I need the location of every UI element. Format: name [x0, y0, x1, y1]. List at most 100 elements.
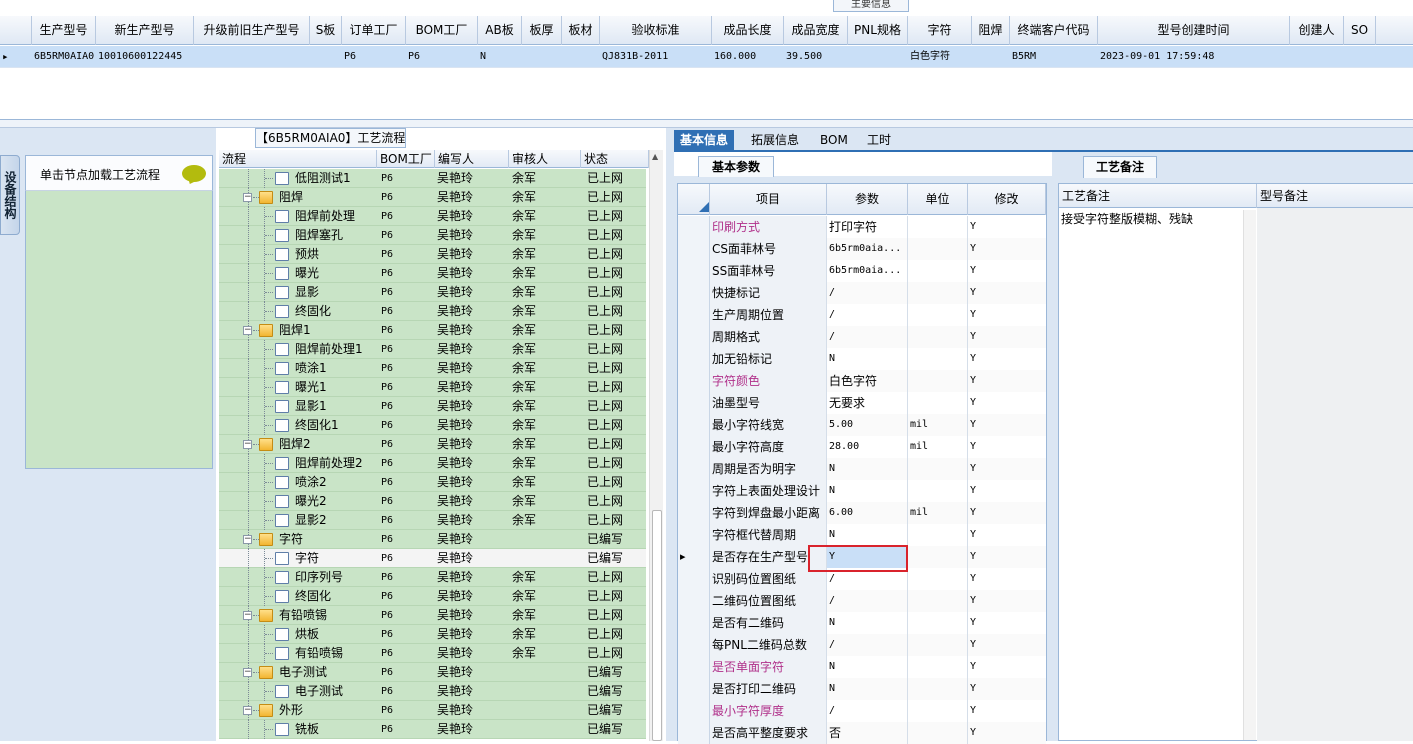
column-header[interactable]: 板材 [562, 16, 600, 45]
param-row[interactable]: 是否单面字符 N Y [678, 656, 1046, 678]
row-selector[interactable] [678, 348, 710, 370]
param-column-header[interactable]: 单位 [908, 184, 968, 215]
param-row[interactable]: 最小字符高度 28.00 mil Y [678, 436, 1046, 458]
param-row[interactable]: 是否打印二维码 N Y [678, 678, 1046, 700]
tree-row[interactable]: 终固化1 P6 吴艳玲 余军 已上网 [219, 416, 646, 435]
tab-work-hours[interactable]: 工时 [861, 130, 897, 151]
column-header[interactable]: 订单工厂 [342, 16, 406, 45]
row-selector[interactable] [678, 304, 710, 326]
tab-basic-info[interactable]: 基本信息 [674, 130, 735, 151]
column-header[interactable]: SO [1344, 16, 1376, 45]
param-value[interactable]: N [827, 612, 908, 634]
table-cell[interactable] [312, 46, 342, 68]
tab-extended-info[interactable]: 拓展信息 [745, 130, 805, 151]
param-row[interactable]: 油墨型号 无要求 Y [678, 392, 1046, 414]
param-value[interactable]: N [827, 524, 908, 546]
tree-column-header[interactable]: 流程 [219, 150, 377, 168]
tab-bom[interactable]: BOM [814, 130, 854, 151]
param-row[interactable]: 最小字符线宽 5.00 mil Y [678, 414, 1046, 436]
column-header[interactable]: AB板 [478, 16, 522, 45]
tree-row[interactable]: 曝光1 P6 吴艳玲 余军 已上网 [219, 378, 646, 397]
row-selector[interactable] [678, 480, 710, 502]
tree-row[interactable]: − 阻焊1 P6 吴艳玲 余军 已上网 [219, 321, 646, 340]
tree-row[interactable]: − 阻焊2 P6 吴艳玲 余军 已上网 [219, 435, 646, 454]
param-modify[interactable]: Y [968, 216, 1046, 238]
tree-row[interactable]: 有铅喷锡 P6 吴艳玲 余军 已上网 [219, 644, 646, 663]
param-row[interactable]: 字符框代替周期 N Y [678, 524, 1046, 546]
column-header[interactable]: 生产型号 [32, 16, 96, 45]
tree-row[interactable]: 阻焊前处理1 P6 吴艳玲 余军 已上网 [219, 340, 646, 359]
param-row[interactable]: 字符到焊盘最小距离 6.00 mil Y [678, 502, 1046, 524]
tab-equipment-structure[interactable]: 设备结构 [0, 155, 20, 235]
tree-row[interactable]: 喷涂1 P6 吴艳玲 余军 已上网 [219, 359, 646, 378]
param-modify[interactable]: Y [968, 370, 1046, 392]
table-cell[interactable]: 10010600122445 [98, 46, 194, 68]
table-cell[interactable]: P6 [408, 46, 478, 68]
tree-column-header[interactable]: BOM工厂 [377, 150, 435, 168]
column-header[interactable]: 字符 [908, 16, 972, 45]
table-cell[interactable]: 39.500 [786, 46, 848, 68]
table-cell[interactable] [196, 46, 310, 68]
row-selector[interactable] [678, 568, 710, 590]
table-cell[interactable]: 160.000 [714, 46, 784, 68]
param-modify[interactable]: Y [968, 392, 1046, 414]
param-value[interactable]: N [827, 656, 908, 678]
table-cell[interactable] [974, 46, 1010, 68]
column-header[interactable]: BOM工厂 [406, 16, 478, 45]
param-modify[interactable]: Y [968, 436, 1046, 458]
param-modify[interactable]: Y [968, 590, 1046, 612]
collapse-icon[interactable]: − [243, 706, 252, 715]
notes-column-header[interactable]: 工艺备注 [1059, 184, 1257, 208]
param-modify[interactable]: Y [968, 568, 1046, 590]
horizontal-splitter[interactable] [0, 120, 1413, 128]
param-row[interactable]: 生产周期位置 / Y [678, 304, 1046, 326]
param-value[interactable]: 6b5rm0aia... [827, 260, 908, 282]
row-selector[interactable] [678, 282, 710, 304]
column-header[interactable]: 成品宽度 [784, 16, 848, 45]
table-cell[interactable]: QJ831B-2011 [602, 46, 712, 68]
tree-column-header[interactable]: 编写人 [435, 150, 509, 168]
vertical-splitter[interactable] [666, 128, 674, 741]
tree-row[interactable]: 显影2 P6 吴艳玲 余军 已上网 [219, 511, 646, 530]
tree-row[interactable]: 显影1 P6 吴艳玲 余军 已上网 [219, 397, 646, 416]
param-row[interactable]: 印刷方式 打印字符 Y [678, 216, 1046, 238]
param-value[interactable]: 打印字符 [827, 216, 908, 238]
param-modify[interactable]: Y [968, 524, 1046, 546]
tree-row[interactable]: − 外形 P6 吴艳玲 已编写 [219, 701, 646, 720]
param-modify[interactable]: Y [968, 612, 1046, 634]
table-cell[interactable]: 2023-09-01 17:59:48 [1100, 46, 1290, 68]
tree-row[interactable]: 字符 P6 吴艳玲 已编写 [219, 549, 646, 568]
param-modify[interactable]: Y [968, 260, 1046, 282]
speech-bubble-icon[interactable] [182, 165, 206, 182]
column-header[interactable]: 创建人 [1290, 16, 1344, 45]
process-tree-scrollbar[interactable]: ▲ [649, 150, 663, 741]
param-row[interactable]: CS面菲林号 6b5rm0aia... Y [678, 238, 1046, 260]
tree-row[interactable]: 曝光 P6 吴艳玲 余军 已上网 [219, 264, 646, 283]
row-selector[interactable] [678, 216, 710, 238]
param-value[interactable]: / [827, 326, 908, 348]
param-row[interactable]: 二维码位置图纸 / Y [678, 590, 1046, 612]
tree-row[interactable]: 铣板 P6 吴艳玲 已编写 [219, 720, 646, 739]
column-header[interactable]: 新生产型号 [96, 16, 194, 45]
collapse-icon[interactable]: − [243, 440, 252, 449]
tree-row[interactable]: 终固化 P6 吴艳玲 余军 已上网 [219, 587, 646, 606]
param-value[interactable]: N [827, 678, 908, 700]
param-column-header[interactable]: 参数 [827, 184, 908, 215]
scrollbar-thumb[interactable] [652, 510, 662, 741]
param-modify[interactable]: Y [968, 238, 1046, 260]
row-selector[interactable] [678, 502, 710, 524]
param-value[interactable]: 无要求 [827, 392, 908, 414]
tree-row[interactable]: − 有铅喷锡 P6 吴艳玲 余军 已上网 [219, 606, 646, 625]
row-selector[interactable] [678, 524, 710, 546]
collapse-icon[interactable]: − [243, 535, 252, 544]
row-selector[interactable] [678, 590, 710, 612]
row-selector[interactable] [678, 326, 710, 348]
column-header[interactable]: PNL规格 [848, 16, 908, 45]
collapse-icon[interactable]: − [243, 668, 252, 677]
tree-row[interactable]: 曝光2 P6 吴艳玲 余军 已上网 [219, 492, 646, 511]
row-selector[interactable] [678, 678, 710, 700]
param-row[interactable]: 加无铅标记 N Y [678, 348, 1046, 370]
scroll-up-icon[interactable]: ▲ [652, 152, 658, 161]
table-cell[interactable] [1346, 46, 1376, 68]
param-modify[interactable]: Y [968, 458, 1046, 480]
